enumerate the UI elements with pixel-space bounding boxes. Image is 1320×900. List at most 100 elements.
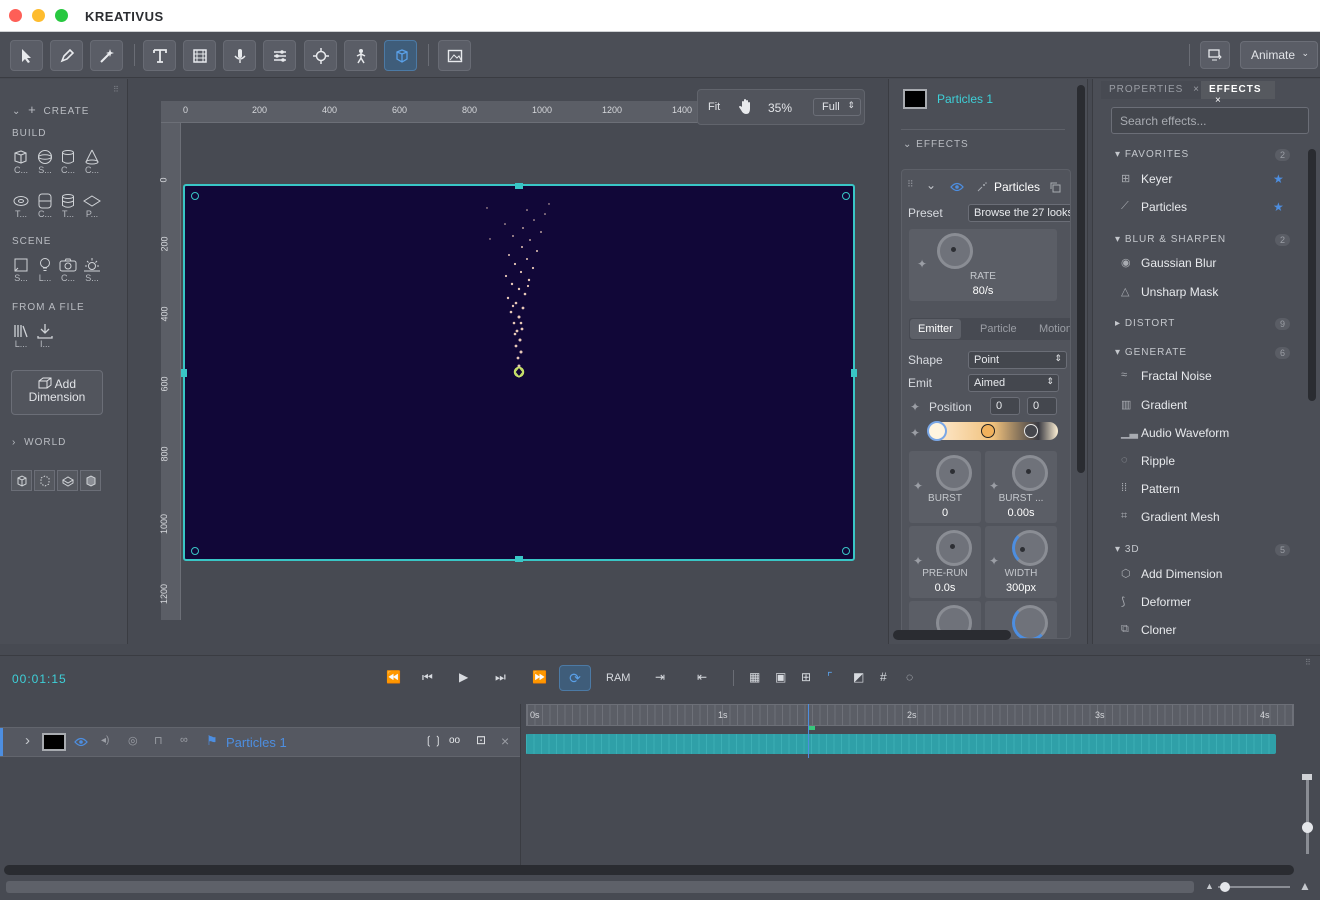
keyframe-icon[interactable]: ✦ <box>910 400 920 414</box>
chevron-down-icon[interactable]: ⌄ <box>926 178 936 192</box>
motion-blur-icon[interactable]: ◌ <box>906 670 913 684</box>
layer-color-swatch[interactable] <box>903 89 927 109</box>
prerun-knob[interactable] <box>936 530 972 566</box>
position-x-field[interactable]: 0 <box>990 397 1020 415</box>
playhead[interactable] <box>808 704 809 758</box>
zoom-slider-thumb[interactable] <box>1220 882 1230 892</box>
shape-select[interactable]: Point ⇕ <box>968 351 1067 369</box>
zoom-slider-thumb[interactable] <box>1302 822 1313 833</box>
group-distort-header[interactable]: ▸ DISTORT <box>1115 318 1175 329</box>
layer-color-swatch[interactable] <box>42 733 66 751</box>
image-tool-button[interactable] <box>438 40 471 71</box>
layer-name[interactable]: Particles 1 <box>226 735 287 750</box>
tab-effects[interactable]: EFFECTS × <box>1201 81 1275 106</box>
keyframe-icon[interactable]: ✦ <box>989 554 999 568</box>
select-tool-button[interactable] <box>10 40 43 71</box>
minimize-window-button[interactable] <box>32 9 45 22</box>
tab-particle[interactable]: Particle <box>972 319 1025 339</box>
play-button[interactable]: ▶ <box>459 670 468 684</box>
file-item-library[interactable]: L... <box>10 323 32 349</box>
effect-item-audio-waveform[interactable]: Audio Waveform <box>1141 426 1229 440</box>
quality-select[interactable]: Full ⇕ <box>813 98 861 116</box>
group-favorites-header[interactable]: ▾ FAVORITES <box>1115 149 1189 160</box>
loop-button[interactable]: ⟳ <box>559 665 591 691</box>
burst-knob[interactable] <box>936 455 972 491</box>
world-box-button[interactable] <box>80 470 101 491</box>
world-header[interactable]: › WORLD <box>12 437 66 448</box>
timeline-horizontal-scrollbar[interactable] <box>4 865 1294 875</box>
layer-clip-bar[interactable] <box>526 734 1276 754</box>
text-tool-button[interactable] <box>143 40 176 71</box>
drag-handle-icon[interactable]: ⠿ <box>907 179 914 190</box>
mask-icon[interactable]: ❲❳ <box>424 734 442 747</box>
horizontal-scrollbar[interactable] <box>893 630 1011 640</box>
gradient-stop[interactable] <box>1024 424 1038 438</box>
wand-tool-button[interactable] <box>90 40 123 71</box>
crop-icon[interactable]: # <box>880 670 887 684</box>
zoom-slider-track[interactable] <box>1306 774 1309 854</box>
step-back-button[interactable]: ⏮ <box>422 670 433 685</box>
rulers-icon[interactable]: ⌜ <box>827 670 833 684</box>
extra-knob[interactable] <box>1012 605 1048 638</box>
position-y-field[interactable]: 0 <box>1027 397 1057 415</box>
chevron-right-icon[interactable]: › <box>25 732 30 749</box>
burst-duration-value[interactable]: 0.00s <box>985 507 1057 519</box>
keyframe-icon[interactable]: ✦ <box>989 479 999 493</box>
render-icon[interactable]: ⊡ <box>476 733 486 747</box>
build-item-plane[interactable]: P... <box>81 193 103 219</box>
anchor-tool-button[interactable] <box>304 40 337 71</box>
fast-forward-button[interactable]: ⏩ <box>532 670 547 684</box>
close-window-button[interactable] <box>9 9 22 22</box>
tab-motion[interactable]: Motion <box>1031 319 1070 339</box>
film-tool-button[interactable] <box>183 40 216 71</box>
burst-duration-knob[interactable] <box>1012 455 1048 491</box>
effect-item-deformer[interactable]: Deformer <box>1141 595 1191 609</box>
resize-handle[interactable] <box>181 369 187 377</box>
build-item-cone[interactable]: C... <box>81 149 103 175</box>
zoom-window-button[interactable] <box>55 9 68 22</box>
effect-item-gradient-mesh[interactable]: Gradient Mesh <box>1141 510 1220 524</box>
effect-item-gradient[interactable]: Gradient <box>1141 398 1187 412</box>
close-icon[interactable]: × <box>1215 95 1222 106</box>
effect-item-keyer[interactable]: Keyer <box>1141 172 1172 186</box>
effect-item-unsharp-mask[interactable]: Unsharp Mask <box>1141 285 1218 299</box>
world-floor-button[interactable] <box>57 470 78 491</box>
resize-handle[interactable] <box>851 369 857 377</box>
link-icon[interactable]: ∞ <box>180 734 188 746</box>
resize-handle[interactable] <box>515 183 523 189</box>
audio-icon[interactable]: ◂) <box>101 735 109 746</box>
color-gradient-ramp[interactable] <box>927 421 1058 441</box>
close-icon[interactable]: × <box>501 733 509 749</box>
vertical-scrollbar[interactable] <box>1077 85 1085 473</box>
resize-handle[interactable] <box>191 192 199 200</box>
monitor-button[interactable] <box>1200 41 1230 69</box>
lock-icon[interactable]: ⊓ <box>154 734 163 747</box>
emit-select[interactable]: Aimed ⇕ <box>968 374 1059 392</box>
star-icon[interactable]: ★ <box>1273 172 1284 186</box>
width-value[interactable]: 300px <box>985 582 1057 594</box>
group-3d-header[interactable]: ▾ 3D <box>1115 544 1140 555</box>
ram-preview-button[interactable]: RAM <box>606 672 630 684</box>
time-ruler[interactable]: 0s 1s 2s 3s 4s <box>526 704 1294 726</box>
file-item-import[interactable]: I... <box>34 323 56 349</box>
puppet-tool-button[interactable] <box>344 40 377 71</box>
resize-handle[interactable] <box>191 547 199 555</box>
build-item-sphere[interactable]: S... <box>34 149 56 175</box>
scene-item-sun[interactable]: S... <box>81 257 103 283</box>
build-item-capsule[interactable]: C... <box>34 193 56 219</box>
width-knob[interactable] <box>1012 530 1048 566</box>
keyframe-icon[interactable]: ✦ <box>913 479 923 493</box>
preset-select[interactable]: Browse the 27 looks <box>968 204 1070 222</box>
effect-item-add-dimension[interactable]: Add Dimension <box>1141 567 1222 581</box>
effects-header[interactable]: ⌄ EFFECTS <box>903 139 969 150</box>
prerun-value[interactable]: 0.0s <box>909 582 981 594</box>
mic-tool-button[interactable] <box>223 40 256 71</box>
effect-item-ripple[interactable]: Ripple <box>1141 454 1175 468</box>
pen-tool-button[interactable] <box>50 40 83 71</box>
gradient-stop[interactable] <box>981 424 995 438</box>
effect-item-gaussian-blur[interactable]: Gaussian Blur <box>1141 256 1216 270</box>
keyframe-marker[interactable] <box>809 726 815 730</box>
build-item-cylinder[interactable]: C... <box>57 149 79 175</box>
flag-icon[interactable]: ⚑ <box>206 733 218 749</box>
star-icon[interactable]: ★ <box>1273 200 1284 214</box>
